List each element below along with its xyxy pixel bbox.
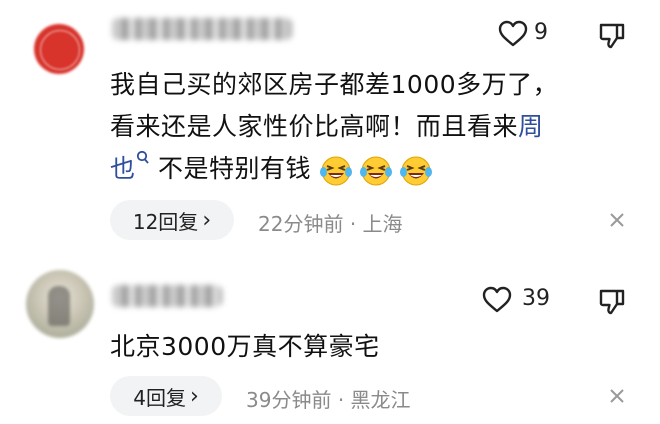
- comment-2-reply-label: 4回复: [133, 385, 186, 410]
- thumb-down-icon[interactable]: [598, 288, 626, 316]
- avatar-figure: [48, 286, 70, 326]
- heart-icon[interactable]: [498, 20, 528, 48]
- comment-2-like-count: 39: [522, 286, 550, 311]
- comment-1-meta: 22分钟前 · 上海: [258, 208, 403, 237]
- comment-1-content: 我自己买的郊区房子都差1000多万了， 看来还是人家性价比高啊！而且看来周 也 …: [110, 64, 558, 190]
- search-icon[interactable]: [136, 150, 150, 166]
- close-icon[interactable]: [608, 387, 626, 405]
- heart-icon[interactable]: [482, 286, 512, 314]
- comment-1-username-blurred[interactable]: [112, 18, 292, 40]
- meta-separator: ·: [349, 212, 357, 236]
- laughing-crying-emoji-icon: [320, 156, 353, 186]
- meta-separator: ·: [337, 388, 345, 412]
- comment-1-location: 上海: [362, 212, 403, 236]
- comment-2-username-blurred[interactable]: [112, 285, 222, 307]
- comment-1-time: 22分钟前: [258, 212, 344, 236]
- comment-1-avatar[interactable]: [22, 14, 96, 88]
- comment-2-content: 北京3000万真不算豪宅: [110, 332, 380, 361]
- thumb-down-icon[interactable]: [598, 22, 626, 50]
- avatar-seal-ring: [40, 30, 80, 70]
- entity-link-ye[interactable]: 也: [110, 154, 136, 183]
- comment-2-reply-button[interactable]: 4回复 ›: [110, 376, 222, 416]
- comment-1-line-3: 也 不是特别有钱: [110, 148, 558, 190]
- comment-1-reply-button[interactable]: 12回复 ›: [110, 200, 234, 240]
- laughing-crying-emoji-icon: [400, 156, 433, 186]
- comment-1-reply-label: 12回复: [132, 209, 199, 234]
- comment-1-line-2: 看来还是人家性价比高啊！而且看来周: [110, 106, 558, 148]
- close-icon[interactable]: [608, 211, 626, 229]
- comment-2-meta: 39分钟前 · 黑龙江: [246, 384, 411, 413]
- laughing-crying-emoji-icon: [360, 156, 393, 186]
- comment-1-line-3-text: 不是特别有钱: [157, 154, 311, 183]
- chevron-right-icon: ›: [202, 207, 212, 233]
- comment-2-location: 黑龙江: [350, 388, 411, 412]
- comment-1-line-1: 我自己买的郊区房子都差1000多万了，: [110, 70, 559, 99]
- chevron-right-icon: ›: [189, 383, 199, 409]
- entity-link-zhou[interactable]: 周: [518, 112, 544, 141]
- comment-2-time: 39分钟前: [246, 388, 332, 412]
- comment-1-like-count: 9: [534, 20, 548, 45]
- comment-2-avatar[interactable]: [26, 270, 94, 338]
- comment-1-line-2-text: 看来还是人家性价比高啊！而且看来: [110, 112, 519, 141]
